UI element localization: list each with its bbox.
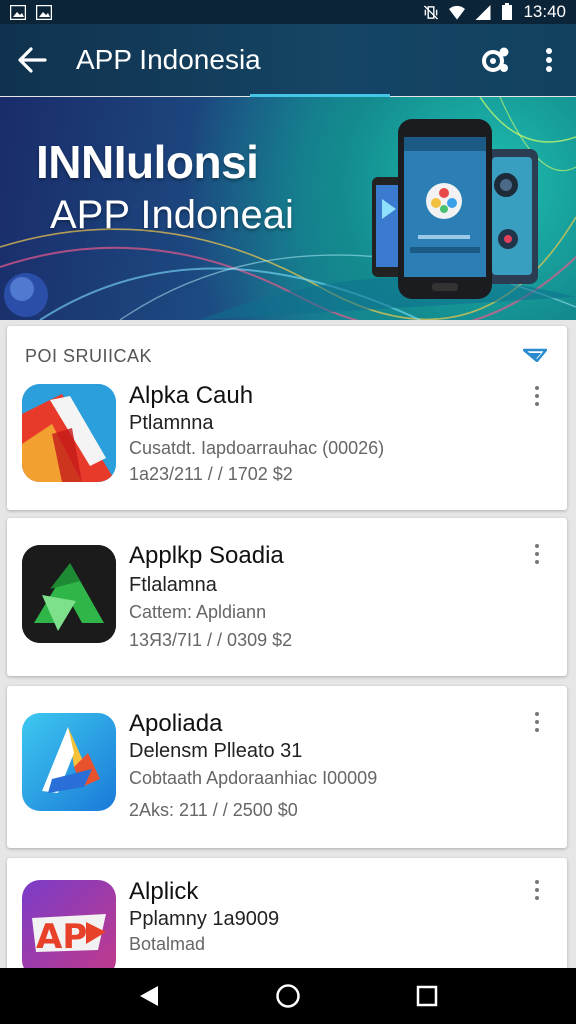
app-name: Alpka Cauh <box>129 382 254 409</box>
app-icon[interactable] <box>22 384 116 482</box>
status-bar: 13:40 <box>0 0 576 24</box>
red-white-a-logo <box>22 384 116 482</box>
filter-icon[interactable] <box>523 348 547 362</box>
app-category: Cobtaath Apdoraanhiac I00009 <box>129 768 378 788</box>
blue-a-logo <box>42 727 100 793</box>
banner-subheading: APP Indoneai <box>50 193 294 237</box>
app-bar: APP Indonesia <box>0 24 576 96</box>
app-meta: 2Aks: 211 / / 2500 $0 <box>129 800 298 820</box>
image-icon <box>10 4 26 20</box>
battery-icon <box>502 3 513 20</box>
back-button[interactable] <box>0 24 64 96</box>
app-developer: Ptlamnna <box>129 412 214 434</box>
app-card[interactable]: Apoliada Delensm Plleato 31 Cobtaath Apd… <box>7 686 567 848</box>
phone-center-illustration <box>398 119 492 299</box>
circle-home-icon <box>276 984 300 1008</box>
phone-right-illustration <box>486 149 538 284</box>
signal-icon <box>475 4 491 20</box>
app-name: Apoliada <box>129 710 223 737</box>
app-developer: Pplamny 1a9009 <box>129 908 280 930</box>
more-vert-icon <box>546 48 552 72</box>
vibrate-icon <box>424 4 439 20</box>
app-meta: 1a23/211 / / 1702 $2 <box>129 464 293 484</box>
nav-home-button[interactable] <box>258 968 318 1024</box>
app-name: Alplick <box>129 878 199 905</box>
banner-heading: INNIulonsi <box>36 136 259 188</box>
app-card[interactable]: POI SRUIICAK Alpka Cauh Ptlamnna Cusatdt… <box>7 326 567 510</box>
nav-back-button[interactable] <box>119 968 179 1024</box>
section-title: POI SRUIICAK <box>25 346 153 366</box>
app-category: Cusatdt. Iapdoarrauhac (00026) <box>129 438 385 458</box>
app-meta: 13Я3/7I1 / / 0309 $2 <box>129 630 293 650</box>
system-nav-bar <box>0 968 576 1024</box>
app-category: Botalmad <box>129 934 206 954</box>
app-card[interactable]: AP Alplick Pplamny 1a9009 Botalmad <box>7 858 567 978</box>
app-developer: Delensm Plleato 31 <box>129 740 303 762</box>
page-title: APP Indonesia <box>76 44 261 75</box>
share-icon <box>482 47 509 72</box>
triangle-back-icon <box>140 986 159 1006</box>
app-icon[interactable]: AP <box>22 880 116 978</box>
promo-banner[interactable]: INNIulonsi APP Indoneai <box>0 97 576 320</box>
overflow-menu-button[interactable] <box>522 24 576 96</box>
back-icon <box>18 47 47 73</box>
app-card[interactable]: Applkp Soadia Ftlalamna Cattem: Apldiann… <box>7 518 567 676</box>
ap-logo: AP <box>32 914 106 957</box>
svg-text:AP: AP <box>36 917 87 957</box>
square-recents-icon <box>416 985 437 1007</box>
nav-recents-button[interactable] <box>397 968 457 1024</box>
app-icon[interactable] <box>22 545 116 643</box>
more-options-button[interactable] <box>529 540 545 568</box>
app-category: Cattem: Apldiann <box>129 602 267 622</box>
app-name: Applkp Soadia <box>129 542 284 569</box>
more-options-button[interactable] <box>529 876 545 904</box>
app-developer: Ftlalamna <box>129 574 217 596</box>
more-options-button[interactable] <box>529 382 545 410</box>
app-icon[interactable] <box>22 713 116 811</box>
image-icon <box>36 4 52 20</box>
wifi-icon <box>449 5 466 20</box>
more-options-button[interactable] <box>529 708 545 736</box>
green-arrow-logo <box>22 545 116 643</box>
status-time: 13:40 <box>523 2 566 21</box>
share-button[interactable] <box>468 24 522 96</box>
